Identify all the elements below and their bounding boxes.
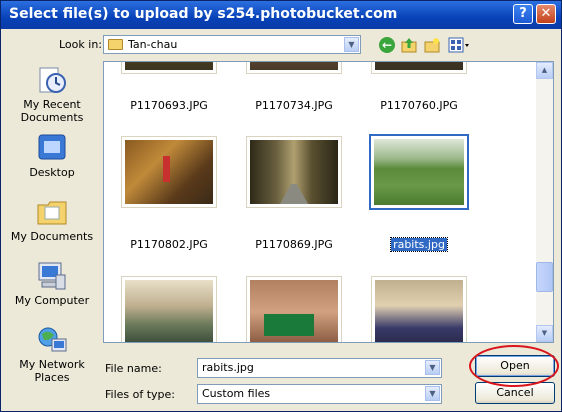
scrollbar-thumb[interactable] [536, 262, 553, 292]
desktop-icon [38, 134, 66, 160]
file-name-label: File name: [105, 362, 162, 375]
file-name-label[interactable]: P1170869.JPG [234, 238, 354, 251]
place-desktop[interactable]: Desktop [7, 133, 97, 179]
my-computer-icon [38, 262, 66, 290]
file-name-label-selected[interactable]: rabits.jpg [359, 237, 479, 252]
green-box-shape [264, 314, 314, 336]
place-network[interactable]: My Network Places [7, 325, 97, 384]
views-menu-icon[interactable] [448, 37, 470, 53]
file-name-label[interactable]: P1170734.JPG [234, 99, 354, 112]
new-folder-icon[interactable] [424, 37, 440, 53]
look-in-dropdown[interactable]: Tan-chau ▼ [103, 35, 361, 54]
place-label: My Recent Documents [20, 98, 84, 124]
network-places-icon [38, 327, 67, 352]
file-name-value: rabits.jpg [202, 361, 254, 374]
file-name-label[interactable]: P1170802.JPG [109, 238, 229, 251]
close-button[interactable]: ✕ [536, 4, 556, 24]
look-in-label: Look in: [59, 38, 102, 51]
file-name-label[interactable]: P1170693.JPG [109, 99, 229, 112]
file-type-value: Custom files [202, 387, 271, 400]
file-list[interactable]: P1170693.JPG P1170734.JPG P1170760.JPG P… [103, 61, 554, 343]
look-in-value: Tan-chau [128, 38, 178, 51]
file-name-input[interactable]: rabits.jpg ▼ [197, 358, 442, 378]
file-thumbnail[interactable] [246, 276, 342, 342]
path-shape [280, 184, 308, 204]
chevron-down-icon[interactable]: ▼ [425, 360, 440, 375]
highlight-circle [469, 345, 559, 387]
file-thumbnail[interactable] [246, 62, 342, 74]
place-label: My Network Places [19, 358, 85, 384]
back-arrow-icon[interactable]: ← [379, 37, 395, 53]
file-name-label[interactable]: P1170760.JPG [359, 99, 479, 112]
chevron-down-icon[interactable]: ▼ [344, 37, 359, 52]
scroll-down-button[interactable]: ▼ [536, 325, 553, 342]
file-thumbnail[interactable] [121, 276, 217, 342]
place-my-computer[interactable]: My Computer [7, 261, 97, 307]
chevron-down-icon[interactable]: ▼ [425, 386, 440, 401]
file-thumbnail[interactable] [371, 276, 467, 342]
file-type-dropdown[interactable]: Custom files ▼ [197, 384, 442, 404]
file-thumbnail-selected[interactable] [369, 134, 469, 210]
my-documents-icon [37, 201, 67, 225]
places-bar: My Recent Documents Desktop My Documents [7, 61, 97, 391]
help-button[interactable]: ? [513, 4, 533, 24]
file-type-label: Files of type: [105, 388, 176, 401]
file-thumbnail[interactable] [121, 136, 217, 208]
up-folder-icon[interactable] [401, 37, 417, 53]
scroll-up-button[interactable]: ▲ [536, 62, 553, 79]
place-label: My Documents [10, 230, 94, 243]
file-thumbnail[interactable] [371, 62, 467, 74]
file-thumbnail[interactable] [121, 62, 217, 74]
recent-documents-icon [39, 67, 66, 93]
place-recent-documents[interactable]: My Recent Documents [7, 65, 97, 124]
file-upload-dialog: Select file(s) to upload by s254.photobu… [0, 0, 562, 412]
place-label: Desktop [29, 166, 75, 179]
place-label: My Computer [14, 294, 90, 307]
title-bar: Select file(s) to upload by s254.photobu… [1, 1, 561, 29]
person-figure [163, 156, 170, 182]
dialog-title: Select file(s) to upload by s254.photobu… [9, 6, 398, 22]
file-thumbnail[interactable] [246, 136, 342, 208]
place-my-documents[interactable]: My Documents [7, 197, 97, 243]
folder-icon [108, 39, 123, 50]
vertical-scrollbar[interactable]: ▲ ▼ [536, 62, 553, 342]
